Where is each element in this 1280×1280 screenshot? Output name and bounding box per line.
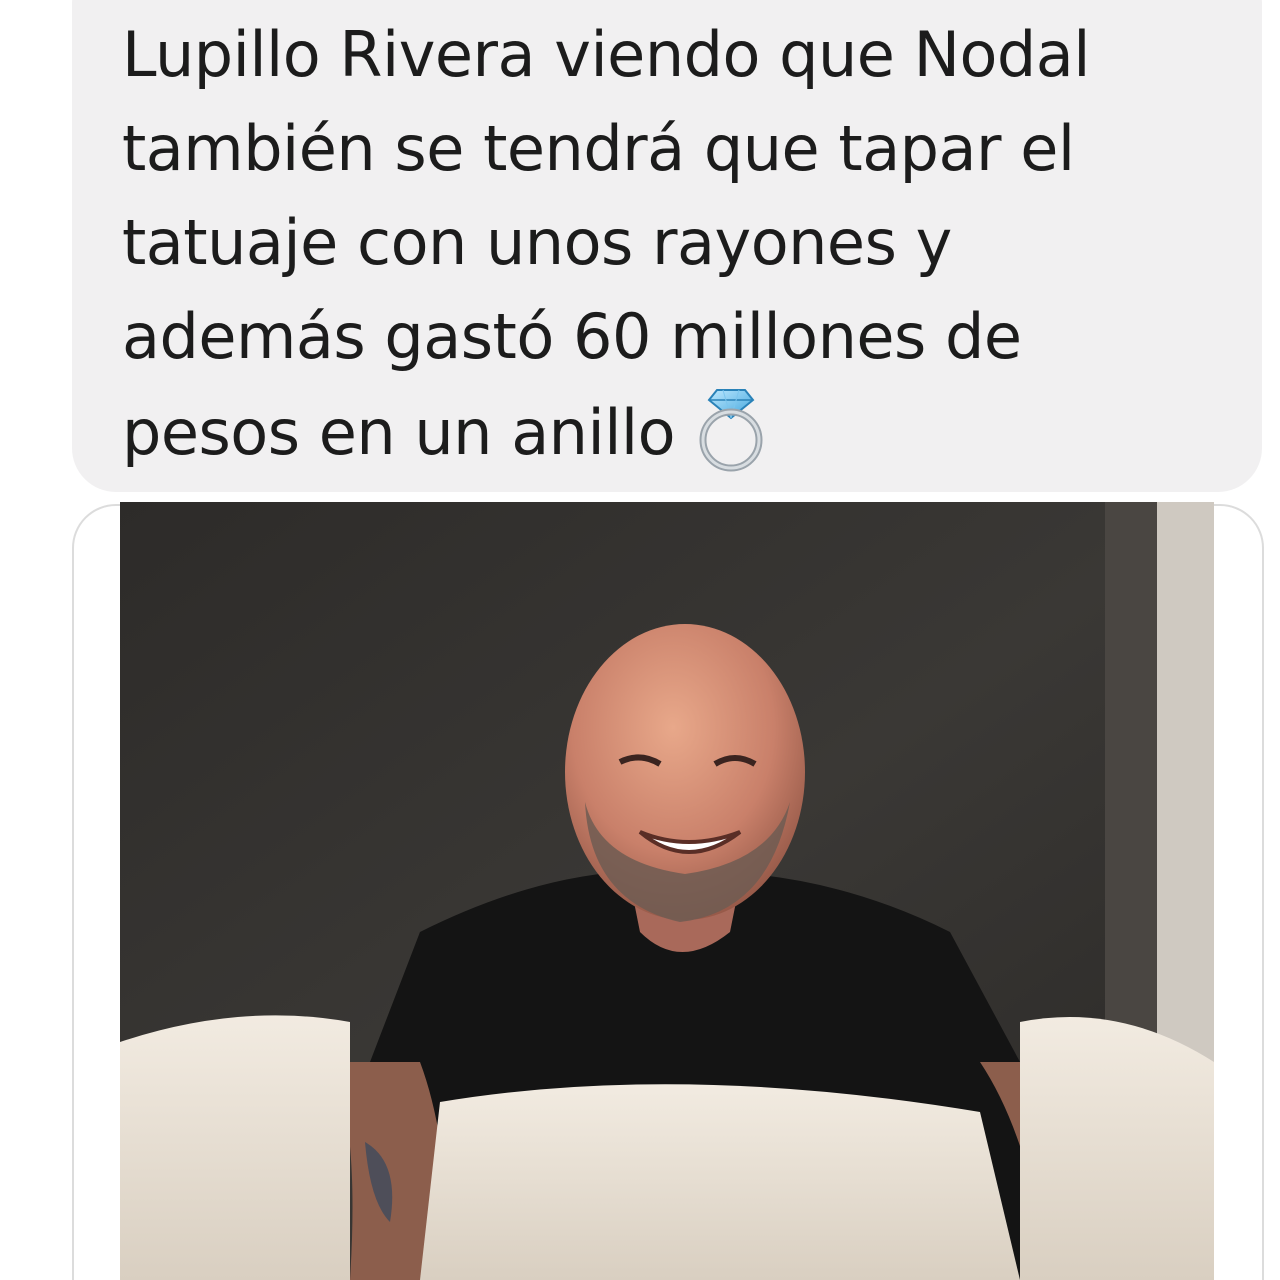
message-line-4: además gastó 60 millones de xyxy=(122,300,1022,373)
ring-icon xyxy=(693,384,769,472)
chat-screen: Lupillo Rivera viendo que Nodal también … xyxy=(0,0,1280,1280)
message-line-2: también se tendrá que tapar el xyxy=(122,112,1075,185)
attachment-photo[interactable] xyxy=(120,502,1214,1280)
message-line-5-text: pesos en un anillo xyxy=(122,396,676,469)
message-line-5: pesos en un anillo xyxy=(122,384,1222,480)
photo-illustration xyxy=(120,502,1214,1280)
message-line-1: Lupillo Rivera viendo que Nodal xyxy=(122,18,1091,91)
message-text: Lupillo Rivera viendo que Nodal también … xyxy=(122,8,1222,480)
pillow-right xyxy=(1020,1017,1214,1280)
pillow-left xyxy=(120,1015,350,1280)
message-line-3: tatuaje con unos rayones y xyxy=(122,206,952,279)
bed-sheet xyxy=(420,1084,1020,1280)
